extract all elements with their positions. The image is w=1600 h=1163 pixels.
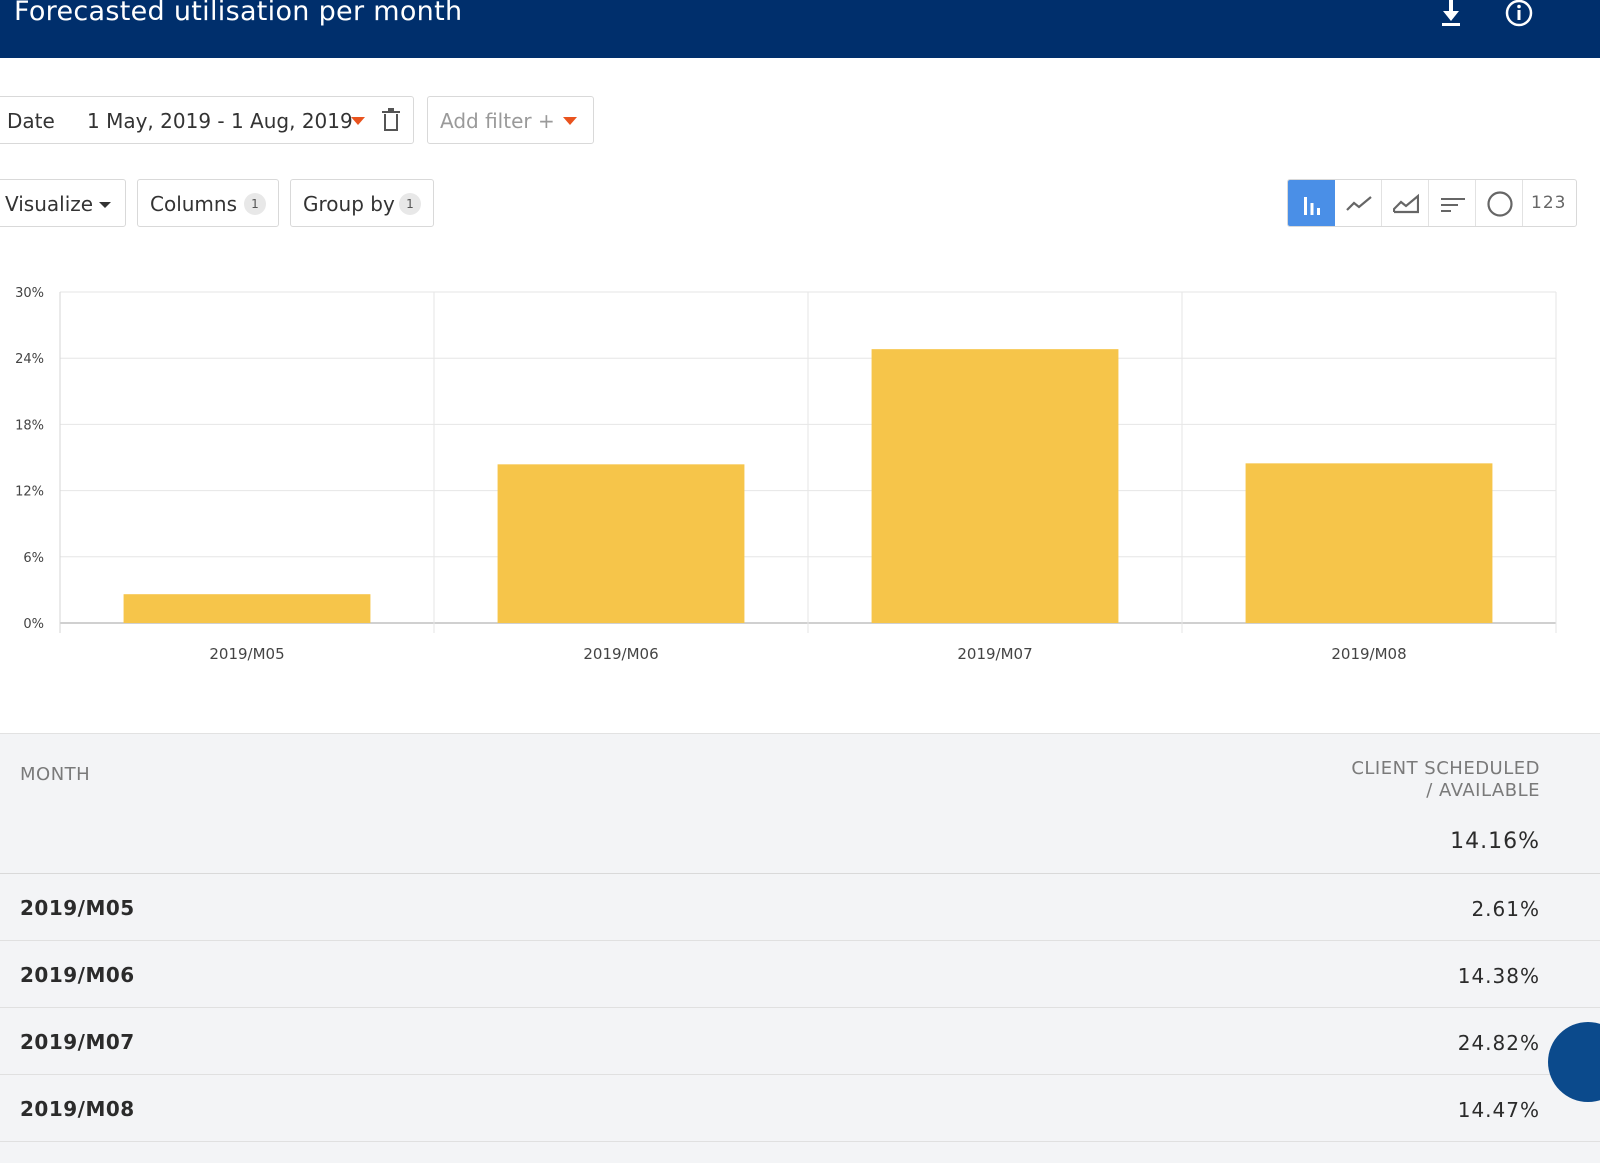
value-cell: 14.38%	[1457, 964, 1540, 988]
date-range-value[interactable]: 1 May, 2019 - 1 Aug, 2019	[87, 109, 353, 133]
y-tick-label: 6%	[23, 551, 44, 566]
value-cell: 2.61%	[1471, 897, 1540, 921]
x-tick-label: 2019/M06	[583, 645, 658, 663]
date-filter[interactable]: Date 1 May, 2019 - 1 Aug, 2019	[0, 96, 414, 144]
bar	[123, 594, 371, 623]
area-chart-button[interactable]	[1382, 180, 1429, 226]
columns-button[interactable]: Columns 1	[137, 179, 279, 227]
chevron-down-icon	[563, 117, 577, 125]
report-title: Forecasted utilisation per month	[14, 0, 463, 27]
visualization-type-selector: 123	[1287, 179, 1577, 227]
table-row: 2019/M08 14.47%	[0, 1075, 1600, 1142]
month-cell: 2019/M08	[20, 1097, 135, 1121]
horizontal-bar-icon	[1441, 198, 1465, 212]
y-tick-label: 30%	[15, 286, 44, 301]
report-header: Forecasted utilisation per month	[0, 0, 1600, 58]
trash-icon[interactable]	[381, 108, 401, 132]
value-cell: 14.47%	[1457, 1098, 1540, 1122]
y-tick-label: 0%	[23, 617, 44, 632]
number-display-button[interactable]: 123	[1523, 180, 1576, 226]
group-by-button[interactable]: Group by 1	[290, 179, 434, 227]
x-tick-label: 2019/M08	[1331, 645, 1406, 663]
bar-chart-button[interactable]	[1288, 180, 1335, 226]
chevron-down-icon[interactable]	[351, 117, 365, 125]
group-by-count-badge: 1	[399, 193, 421, 215]
pie-chart-button[interactable]	[1476, 180, 1523, 226]
table-row: 2019/M07 24.82%	[0, 1008, 1600, 1075]
table-header: MONTH CLIENT SCHEDULED / AVAILABLE 14.16…	[0, 733, 1600, 874]
line-chart-button[interactable]	[1335, 180, 1382, 226]
horizontal-bar-button[interactable]	[1429, 180, 1476, 226]
add-filter-label: Add filter +	[440, 109, 555, 133]
data-table: MONTH CLIENT SCHEDULED / AVAILABLE 14.16…	[0, 733, 1600, 1163]
month-cell: 2019/M07	[20, 1030, 135, 1054]
x-tick-label: 2019/M07	[957, 645, 1032, 663]
bar-chart: 0% 6% 12% 18% 24% 30% 2019/M05 2019/M06 2019/M07…	[0, 270, 1600, 690]
chevron-down-icon	[99, 202, 111, 208]
column-header-value[interactable]: CLIENT SCHEDULED / AVAILABLE	[1340, 758, 1540, 802]
y-tick-label: 24%	[15, 352, 44, 367]
bar	[497, 464, 745, 623]
date-filter-label: Date	[7, 109, 55, 133]
bar-chart-icon	[1304, 197, 1320, 215]
pie-chart-icon	[1487, 191, 1513, 217]
line-chart-icon	[1346, 196, 1372, 211]
columns-label: Columns	[150, 192, 238, 216]
column-header-month[interactable]: MONTH	[20, 764, 90, 785]
info-icon[interactable]	[1502, 0, 1536, 30]
y-tick-label: 12%	[15, 485, 44, 500]
month-cell: 2019/M06	[20, 963, 135, 987]
add-filter-button[interactable]: Add filter +	[427, 96, 594, 144]
visualize-dropdown[interactable]: Visualize	[0, 179, 126, 227]
bar-chart-canvas: 0% 6% 12% 18% 24% 30% 2019/M05 2019/M06 2019/M07…	[15, 286, 1557, 663]
x-tick-label: 2019/M05	[209, 645, 284, 663]
visualize-label: Visualize	[5, 192, 94, 216]
column-total: 14.16%	[1450, 829, 1540, 854]
table-row: 2019/M05 2.61%	[0, 874, 1600, 941]
area-chart-icon	[1393, 193, 1419, 214]
month-cell: 2019/M05	[20, 896, 135, 920]
value-cell: 24.82%	[1457, 1031, 1540, 1055]
bar	[871, 349, 1119, 623]
number-display-label: 123	[1531, 193, 1567, 213]
table-row: 2019/M06 14.38%	[0, 941, 1600, 1008]
bar	[1245, 463, 1493, 623]
group-by-label: Group by	[303, 192, 395, 216]
columns-count-badge: 1	[244, 193, 266, 215]
download-icon[interactable]	[1436, 0, 1470, 30]
y-tick-label: 18%	[15, 418, 44, 433]
